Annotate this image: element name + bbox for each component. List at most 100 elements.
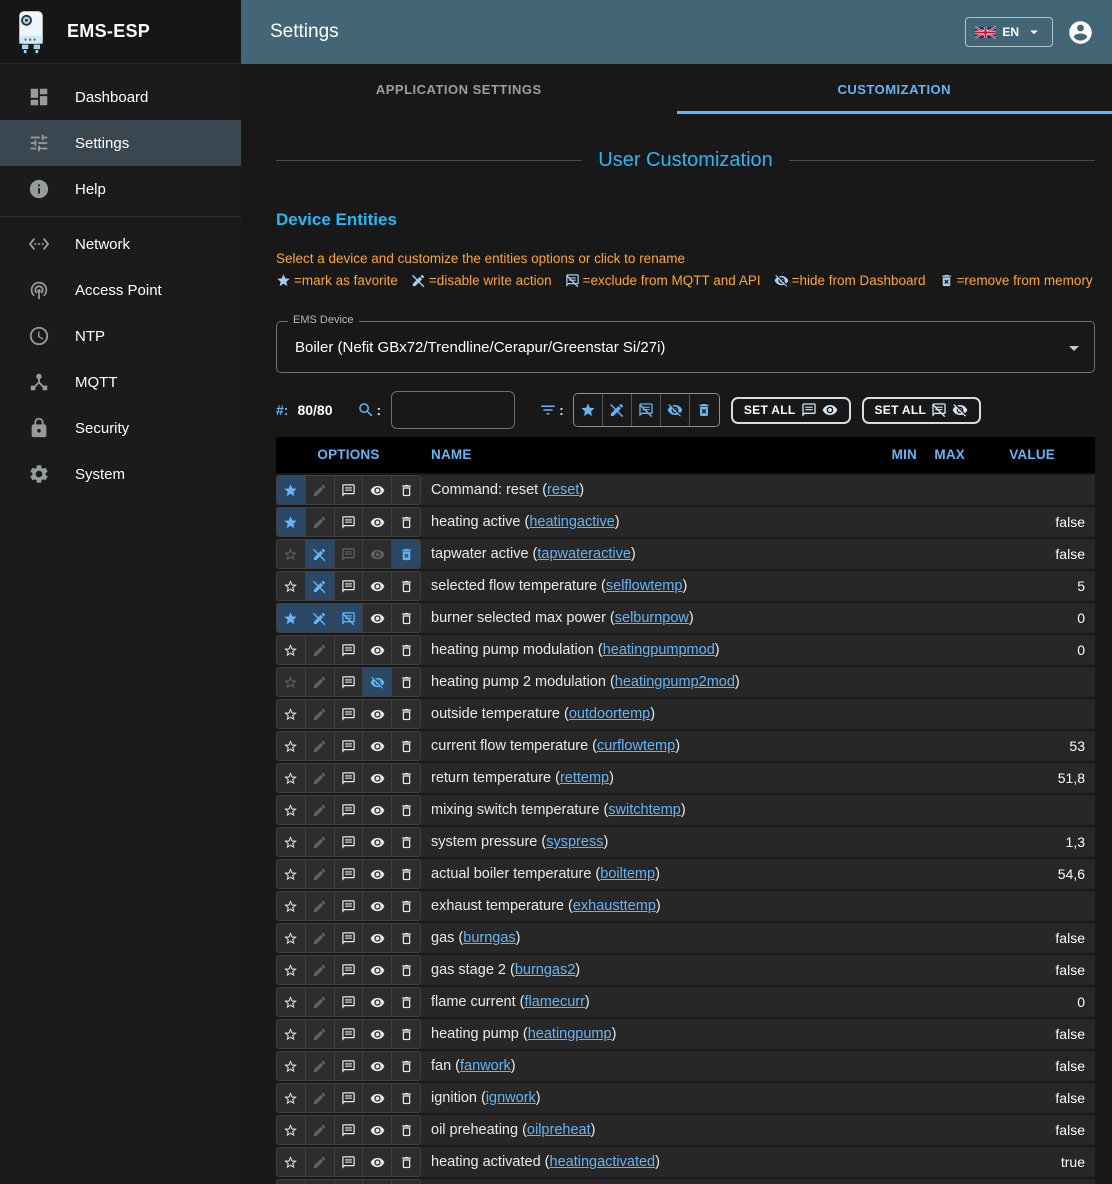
pencil-off-icon[interactable] — [306, 540, 335, 568]
trash-icon[interactable] — [392, 892, 420, 920]
trash-icon[interactable] — [392, 956, 420, 984]
set-all-show-button[interactable]: SET ALL — [731, 397, 851, 424]
comment-icon[interactable] — [335, 1116, 364, 1144]
entity-shortname-link[interactable]: fanwork — [460, 1058, 511, 1074]
comment-icon[interactable] — [335, 988, 364, 1016]
trash-icon[interactable] — [392, 764, 420, 792]
pencil-icon[interactable] — [306, 1020, 335, 1048]
pencil-icon[interactable] — [306, 636, 335, 664]
ems-device-select[interactable]: EMS Device Boiler (Nefit GBx72/Trendline… — [276, 321, 1095, 373]
eye-icon[interactable] — [363, 508, 392, 536]
eye-icon[interactable] — [363, 988, 392, 1016]
entity-shortname-link[interactable]: curflowtemp — [597, 738, 675, 754]
star-outline-icon[interactable] — [277, 1148, 306, 1176]
sidebar-item-ntp[interactable]: NTP — [0, 313, 241, 359]
eye-icon[interactable] — [363, 1084, 392, 1112]
eye-icon[interactable] — [363, 796, 392, 824]
trash-icon[interactable] — [392, 1180, 420, 1184]
trash-icon[interactable] — [392, 924, 420, 952]
trash-icon[interactable] — [392, 1148, 420, 1176]
eye-off-icon[interactable] — [363, 668, 392, 696]
trash-icon[interactable] — [392, 1052, 420, 1080]
eye-icon[interactable] — [363, 572, 392, 600]
pencil-icon[interactable] — [306, 668, 335, 696]
eye-icon[interactable] — [363, 732, 392, 760]
comment-icon[interactable] — [335, 892, 364, 920]
entity-name[interactable]: gas stage 2 (burngas2) — [431, 962, 580, 978]
comment-icon[interactable] — [335, 700, 364, 728]
sidebar-item-network[interactable]: Network — [0, 221, 241, 267]
entity-name[interactable]: gas (burngas) — [431, 930, 521, 946]
entity-shortname-link[interactable]: rettemp — [560, 770, 609, 786]
entity-name[interactable]: Command: reset (reset) — [431, 482, 584, 498]
pencil-icon[interactable] — [306, 956, 335, 984]
star-outline-icon[interactable] — [277, 1020, 306, 1048]
star-outline-icon[interactable] — [277, 860, 306, 888]
entity-name[interactable]: selected flow temperature (selflowtemp) — [431, 578, 687, 594]
pencil-icon[interactable] — [306, 476, 335, 504]
filter-trash-x-icon[interactable] — [690, 394, 719, 426]
filter-star-icon[interactable] — [574, 394, 603, 426]
trash-icon[interactable] — [392, 572, 420, 600]
eye-icon[interactable] — [363, 636, 392, 664]
entity-shortname-link[interactable]: selburnpow — [615, 610, 689, 626]
eye-icon[interactable] — [363, 1148, 392, 1176]
comment-icon[interactable] — [335, 540, 364, 568]
entity-shortname-link[interactable]: selflowtemp — [606, 578, 683, 594]
tab-application-settings[interactable]: APPLICATION SETTINGS — [241, 64, 677, 114]
pencil-icon[interactable] — [306, 860, 335, 888]
trash-icon[interactable] — [392, 796, 420, 824]
trash-icon[interactable] — [392, 860, 420, 888]
comment-icon[interactable] — [335, 476, 364, 504]
comment-icon[interactable] — [335, 732, 364, 760]
star-icon[interactable] — [277, 508, 306, 536]
sidebar-item-security[interactable]: Security — [0, 405, 241, 451]
eye-icon[interactable] — [363, 604, 392, 632]
entity-name[interactable]: heating pump 2 modulation (heatingpump2m… — [431, 674, 740, 690]
eye-icon[interactable] — [363, 1052, 392, 1080]
comment-icon[interactable] — [335, 1052, 364, 1080]
eye-icon[interactable] — [363, 1020, 392, 1048]
star-outline-icon[interactable] — [277, 796, 306, 824]
trash-icon[interactable] — [392, 604, 420, 632]
account-circle-icon[interactable] — [1067, 19, 1094, 46]
pencil-icon[interactable] — [306, 1084, 335, 1112]
pencil-icon[interactable] — [306, 796, 335, 824]
comment-icon[interactable] — [335, 764, 364, 792]
star-outline-icon[interactable] — [277, 540, 306, 568]
comment-icon[interactable] — [335, 796, 364, 824]
star-icon[interactable] — [277, 476, 306, 504]
entity-name[interactable]: heating active (heatingactive) — [431, 514, 620, 530]
comment-icon[interactable] — [335, 1084, 364, 1112]
sidebar-item-settings[interactable]: Settings — [0, 120, 241, 166]
comment-icon[interactable] — [335, 860, 364, 888]
star-outline-icon[interactable] — [277, 700, 306, 728]
entity-name[interactable]: mixing switch temperature (switchtemp) — [431, 802, 686, 818]
entity-name[interactable]: ignition (ignwork) — [431, 1090, 541, 1106]
trash-icon[interactable] — [392, 1020, 420, 1048]
entity-shortname-link[interactable]: exhausttemp — [573, 898, 656, 914]
sidebar-item-help[interactable]: Help — [0, 166, 241, 212]
tab-customization[interactable]: CUSTOMIZATION — [677, 64, 1112, 114]
eye-icon[interactable] — [363, 1116, 392, 1144]
comment-icon[interactable] — [335, 956, 364, 984]
language-selector[interactable]: EN — [965, 17, 1053, 47]
comment-icon[interactable] — [335, 924, 364, 952]
entity-name[interactable]: tapwater active (tapwateractive) — [431, 546, 636, 562]
star-outline-icon[interactable] — [277, 668, 306, 696]
trash-icon[interactable] — [392, 732, 420, 760]
star-outline-icon[interactable] — [277, 764, 306, 792]
entity-shortname-link[interactable]: boiltemp — [600, 866, 655, 882]
entity-name[interactable]: outside temperature (outdoortemp) — [431, 706, 655, 722]
sidebar-item-access-point[interactable]: Access Point — [0, 267, 241, 313]
star-outline-icon[interactable] — [277, 828, 306, 856]
pencil-icon[interactable] — [306, 1052, 335, 1080]
star-outline-icon[interactable] — [277, 1180, 306, 1184]
eye-icon[interactable] — [363, 764, 392, 792]
eye-icon[interactable] — [363, 892, 392, 920]
eye-icon[interactable] — [363, 476, 392, 504]
pencil-icon[interactable] — [306, 1116, 335, 1144]
entity-shortname-link[interactable]: heatingpump — [528, 1026, 612, 1042]
entity-shortname-link[interactable]: burngas — [463, 930, 515, 946]
entity-name[interactable]: fan (fanwork) — [431, 1058, 516, 1074]
